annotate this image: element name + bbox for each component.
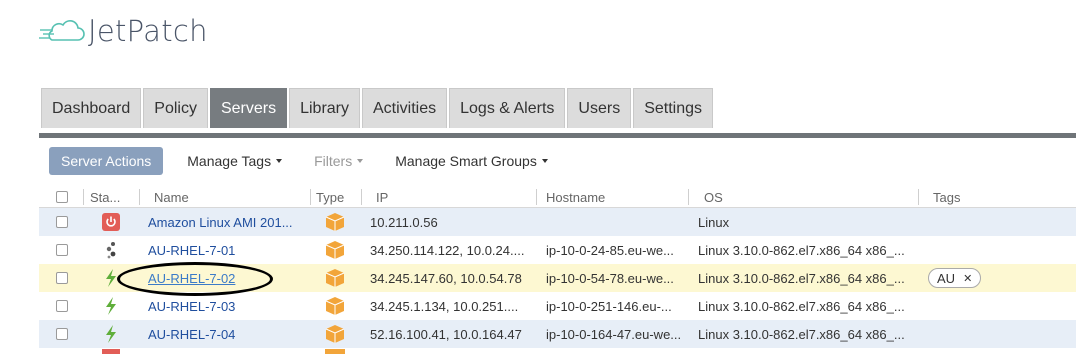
table-row[interactable]: AU-RHEL-7-04 52.16.100.41, 10.0.164.47 i…	[39, 320, 1076, 348]
ip-cell: 52.16.100.41, 10.0.164.47	[370, 326, 522, 342]
tab-users[interactable]: Users	[567, 88, 632, 128]
manage-smart-groups-menu[interactable]: Manage Smart Groups	[395, 153, 548, 169]
select-all-checkbox[interactable]	[56, 191, 68, 203]
hostname-cell	[546, 208, 682, 236]
package-box-icon	[325, 349, 345, 354]
column-divider	[310, 189, 311, 205]
hostname-cell: ip-10-0-164-47.eu-we...	[546, 326, 682, 342]
tab-logs-alerts[interactable]: Logs & Alerts	[449, 88, 566, 128]
caret-down-icon	[541, 159, 548, 163]
tag-chip[interactable]: AU ✕	[928, 268, 982, 288]
column-divider	[918, 189, 919, 205]
table-row[interactable]: AU-RHEL-7-01 34.250.114.122, 10.0.24....…	[39, 236, 1076, 264]
column-header-hostname[interactable]: Hostname	[546, 190, 605, 205]
row-select[interactable]	[56, 236, 68, 264]
column-header-status[interactable]: Sta...	[90, 190, 120, 205]
tags-cell: AU ✕	[928, 264, 982, 292]
row-select[interactable]	[56, 208, 68, 236]
manage-tags-label: Manage Tags	[187, 153, 272, 169]
server-actions-button[interactable]: Server Actions	[49, 147, 164, 175]
os-cell: Linux	[698, 214, 730, 230]
row-select[interactable]	[56, 292, 68, 320]
row-checkbox[interactable]	[56, 272, 68, 284]
column-header-tags[interactable]: Tags	[933, 190, 960, 205]
caret-down-icon	[276, 159, 283, 163]
tab-dashboard[interactable]: Dashboard	[41, 88, 142, 128]
ip-cell: 34.250.114.122, 10.0.24....	[370, 242, 525, 258]
server-name-link[interactable]: AU-RHEL-7-04	[148, 320, 304, 348]
table-row[interactable]: AU-RHEL-7-03 34.245.1.134, 10.0.251.... …	[39, 292, 1076, 320]
power-off-icon	[101, 208, 121, 236]
tab-activities[interactable]: Activities	[362, 88, 448, 128]
package-box-icon	[323, 208, 347, 236]
nav-underline-bar	[39, 133, 1076, 138]
os-cell: Linux 3.10.0-862.el7.x86_64 x86_...	[698, 326, 905, 342]
package-box-icon	[323, 264, 347, 292]
column-divider	[536, 189, 537, 205]
row-checkbox[interactable]	[56, 328, 68, 340]
hostname-cell: ip-10-0-24-85.eu-we...	[546, 242, 674, 258]
hostname-cell: ip-10-0-251-146.eu-...	[546, 298, 672, 314]
filters-menu[interactable]: Filters	[314, 153, 364, 169]
table-row[interactable]: Amazon Linux AMI 201... 10.211.0.56 Linu…	[39, 208, 1076, 236]
jetpatch-logo[interactable]: JetPatch	[38, 14, 208, 48]
column-divider	[83, 189, 84, 205]
filters-label: Filters	[314, 153, 353, 169]
close-icon[interactable]: ✕	[963, 272, 972, 285]
row-checkbox[interactable]	[56, 300, 68, 312]
column-divider	[139, 189, 140, 205]
servers-toolbar: Server Actions Manage Tags Filters Manag…	[49, 147, 548, 175]
tab-library[interactable]: Library	[289, 88, 360, 128]
tab-policy[interactable]: Policy	[143, 88, 208, 128]
column-divider	[688, 189, 689, 205]
package-box-icon	[323, 236, 347, 264]
row-checkbox[interactable]	[56, 244, 68, 256]
column-header-name[interactable]: Name	[154, 190, 189, 205]
tag-label: AU	[937, 270, 956, 286]
manage-smart-groups-label: Manage Smart Groups	[395, 153, 537, 169]
column-header-ip[interactable]: IP	[376, 190, 388, 205]
server-name-link[interactable]: Amazon Linux AMI 201...	[148, 208, 304, 236]
column-header-type[interactable]: Type	[316, 190, 344, 205]
tab-servers[interactable]: Servers	[209, 88, 288, 128]
package-box-icon	[323, 320, 347, 348]
caret-down-icon	[357, 159, 364, 163]
lightning-icon	[101, 320, 121, 348]
table-header: Sta... Name Type IP Hostname OS Tags	[39, 185, 1076, 208]
cloud-logo-icon	[39, 20, 85, 41]
connecting-icon	[101, 236, 121, 264]
server-name-link[interactable]: AU-RHEL-7-03	[148, 292, 304, 320]
power-off-icon	[102, 349, 120, 354]
os-cell: Linux 3.10.0-862.el7.x86_64 x86_...	[698, 270, 905, 286]
package-box-icon	[323, 292, 347, 320]
row-select[interactable]	[56, 264, 68, 292]
os-cell: Linux 3.10.0-862.el7.x86_64 x86_...	[698, 242, 905, 258]
manage-tags-menu[interactable]: Manage Tags	[187, 153, 283, 169]
brand-name: JetPatch	[88, 14, 208, 48]
lightning-icon	[101, 292, 121, 320]
ip-cell: 34.245.147.60, 10.0.54.78	[370, 270, 522, 286]
os-cell: Linux 3.10.0-862.el7.x86_64 x86_...	[698, 298, 905, 314]
hostname-cell: ip-10-0-54-78.eu-we...	[546, 270, 674, 286]
row-checkbox[interactable]	[56, 216, 68, 228]
server-name-link[interactable]: AU-RHEL-7-01	[148, 236, 304, 264]
highlight-ellipse	[117, 262, 273, 296]
ip-cell: 10.211.0.56	[370, 214, 438, 230]
column-divider	[361, 189, 362, 205]
main-nav: Dashboard Policy Servers Library Activit…	[41, 88, 713, 128]
row-select[interactable]	[56, 320, 68, 348]
tab-settings[interactable]: Settings	[633, 88, 713, 128]
ip-cell: 34.245.1.134, 10.0.251....	[370, 298, 519, 314]
column-header-os[interactable]: OS	[704, 190, 723, 205]
